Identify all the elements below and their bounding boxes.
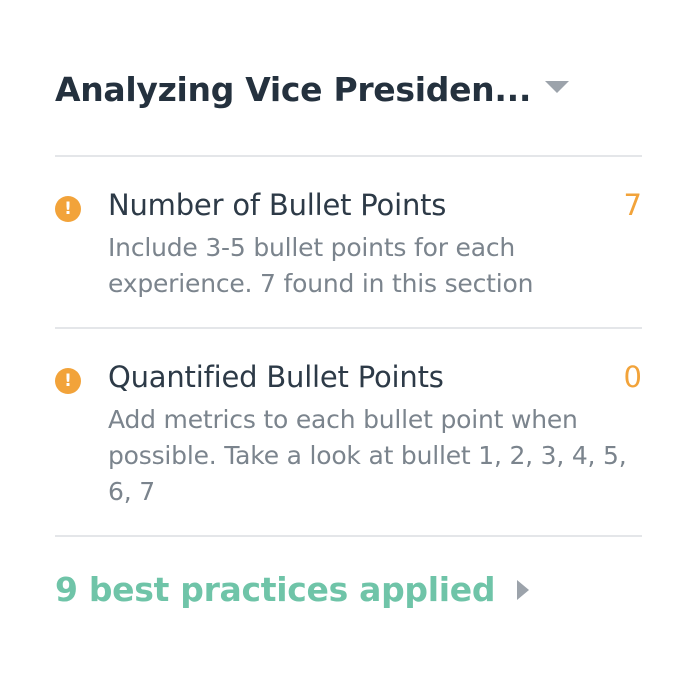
best-practices-label: 9 best practices applied xyxy=(55,570,496,609)
check-title: Number of Bullet Points xyxy=(108,188,447,222)
check-count: 7 xyxy=(623,188,642,222)
warning-icon: ! xyxy=(55,196,81,222)
best-practices-link[interactable]: 9 best practices applied xyxy=(55,570,530,609)
caret-down-icon[interactable] xyxy=(545,81,569,93)
section-selector[interactable]: Analyzing Vice Presiden... xyxy=(55,64,642,114)
check-count: 0 xyxy=(623,360,642,394)
check-title: Quantified Bullet Points xyxy=(108,360,444,394)
divider xyxy=(55,535,642,537)
warning-icon: ! xyxy=(55,368,81,394)
check-description: Include 3-5 bullet points for each exper… xyxy=(108,233,534,298)
caret-right-icon xyxy=(517,579,530,600)
divider xyxy=(55,327,642,329)
divider xyxy=(55,155,642,157)
check-description: Add metrics to each bullet point when po… xyxy=(108,405,627,506)
section-title: Analyzing Vice Presiden... xyxy=(55,69,532,109)
